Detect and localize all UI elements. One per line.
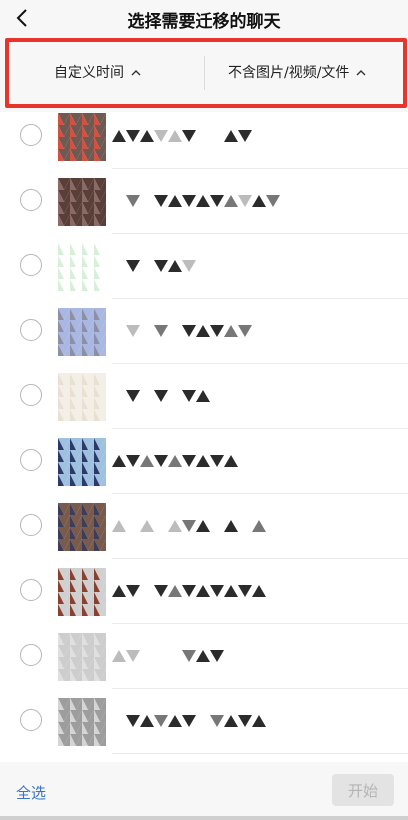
avatar	[58, 438, 106, 486]
chat-row[interactable]	[0, 559, 408, 624]
select-radio[interactable]	[20, 579, 42, 601]
select-radio[interactable]	[20, 449, 42, 471]
chat-name-obscured	[112, 455, 238, 467]
chat-row[interactable]	[0, 104, 408, 169]
chat-row[interactable]	[0, 299, 408, 364]
avatar	[58, 568, 106, 616]
chat-name-obscured	[126, 390, 210, 402]
navigation-bar: 选择需要迁移的聊天	[0, 0, 408, 36]
filter-divider	[204, 56, 205, 90]
chevron-up-icon	[131, 69, 141, 76]
select-radio[interactable]	[20, 384, 42, 406]
time-range-label: 自定义时间	[54, 65, 124, 81]
chat-name-obscured	[126, 260, 196, 272]
select-radio[interactable]	[20, 514, 42, 536]
select-radio[interactable]	[20, 319, 42, 341]
page-title: 选择需要迁移的聊天	[127, 12, 281, 32]
content-type-label: 不含图片/视频/文件	[228, 65, 350, 81]
avatar	[58, 373, 106, 421]
select-radio[interactable]	[20, 124, 42, 146]
chat-row[interactable]	[0, 364, 408, 429]
avatar	[58, 113, 106, 161]
chat-row[interactable]	[0, 494, 408, 559]
avatar	[58, 243, 106, 291]
chat-row[interactable]	[0, 689, 408, 754]
chat-name-obscured	[112, 130, 252, 142]
chat-name-obscured	[112, 650, 224, 662]
avatar	[58, 308, 106, 356]
select-all-button[interactable]: 全选	[16, 782, 46, 803]
select-radio[interactable]	[20, 709, 42, 731]
content-type-filter[interactable]: 不含图片/视频/文件	[228, 60, 366, 84]
bottom-toolbar: 全选 开始	[0, 762, 408, 820]
avatar	[58, 178, 106, 226]
chat-row[interactable]	[0, 624, 408, 689]
chat-name-obscured	[126, 715, 266, 727]
avatar	[58, 503, 106, 551]
chat-row[interactable]	[0, 429, 408, 494]
chat-row[interactable]	[0, 234, 408, 299]
start-button[interactable]: 开始	[332, 774, 394, 806]
chat-name-obscured	[112, 585, 266, 597]
chat-name-obscured	[126, 325, 252, 337]
avatar	[58, 698, 106, 746]
row-divider	[112, 753, 408, 754]
avatar	[58, 633, 106, 681]
select-radio[interactable]	[20, 644, 42, 666]
select-radio[interactable]	[20, 254, 42, 276]
chevron-up-icon	[356, 69, 366, 76]
chat-name-obscured	[126, 195, 280, 207]
chat-name-obscured	[112, 520, 266, 532]
select-radio[interactable]	[20, 189, 42, 211]
time-range-filter[interactable]: 自定义时间	[54, 60, 141, 84]
chat-row[interactable]	[0, 169, 408, 234]
home-indicator-strip	[0, 816, 408, 820]
